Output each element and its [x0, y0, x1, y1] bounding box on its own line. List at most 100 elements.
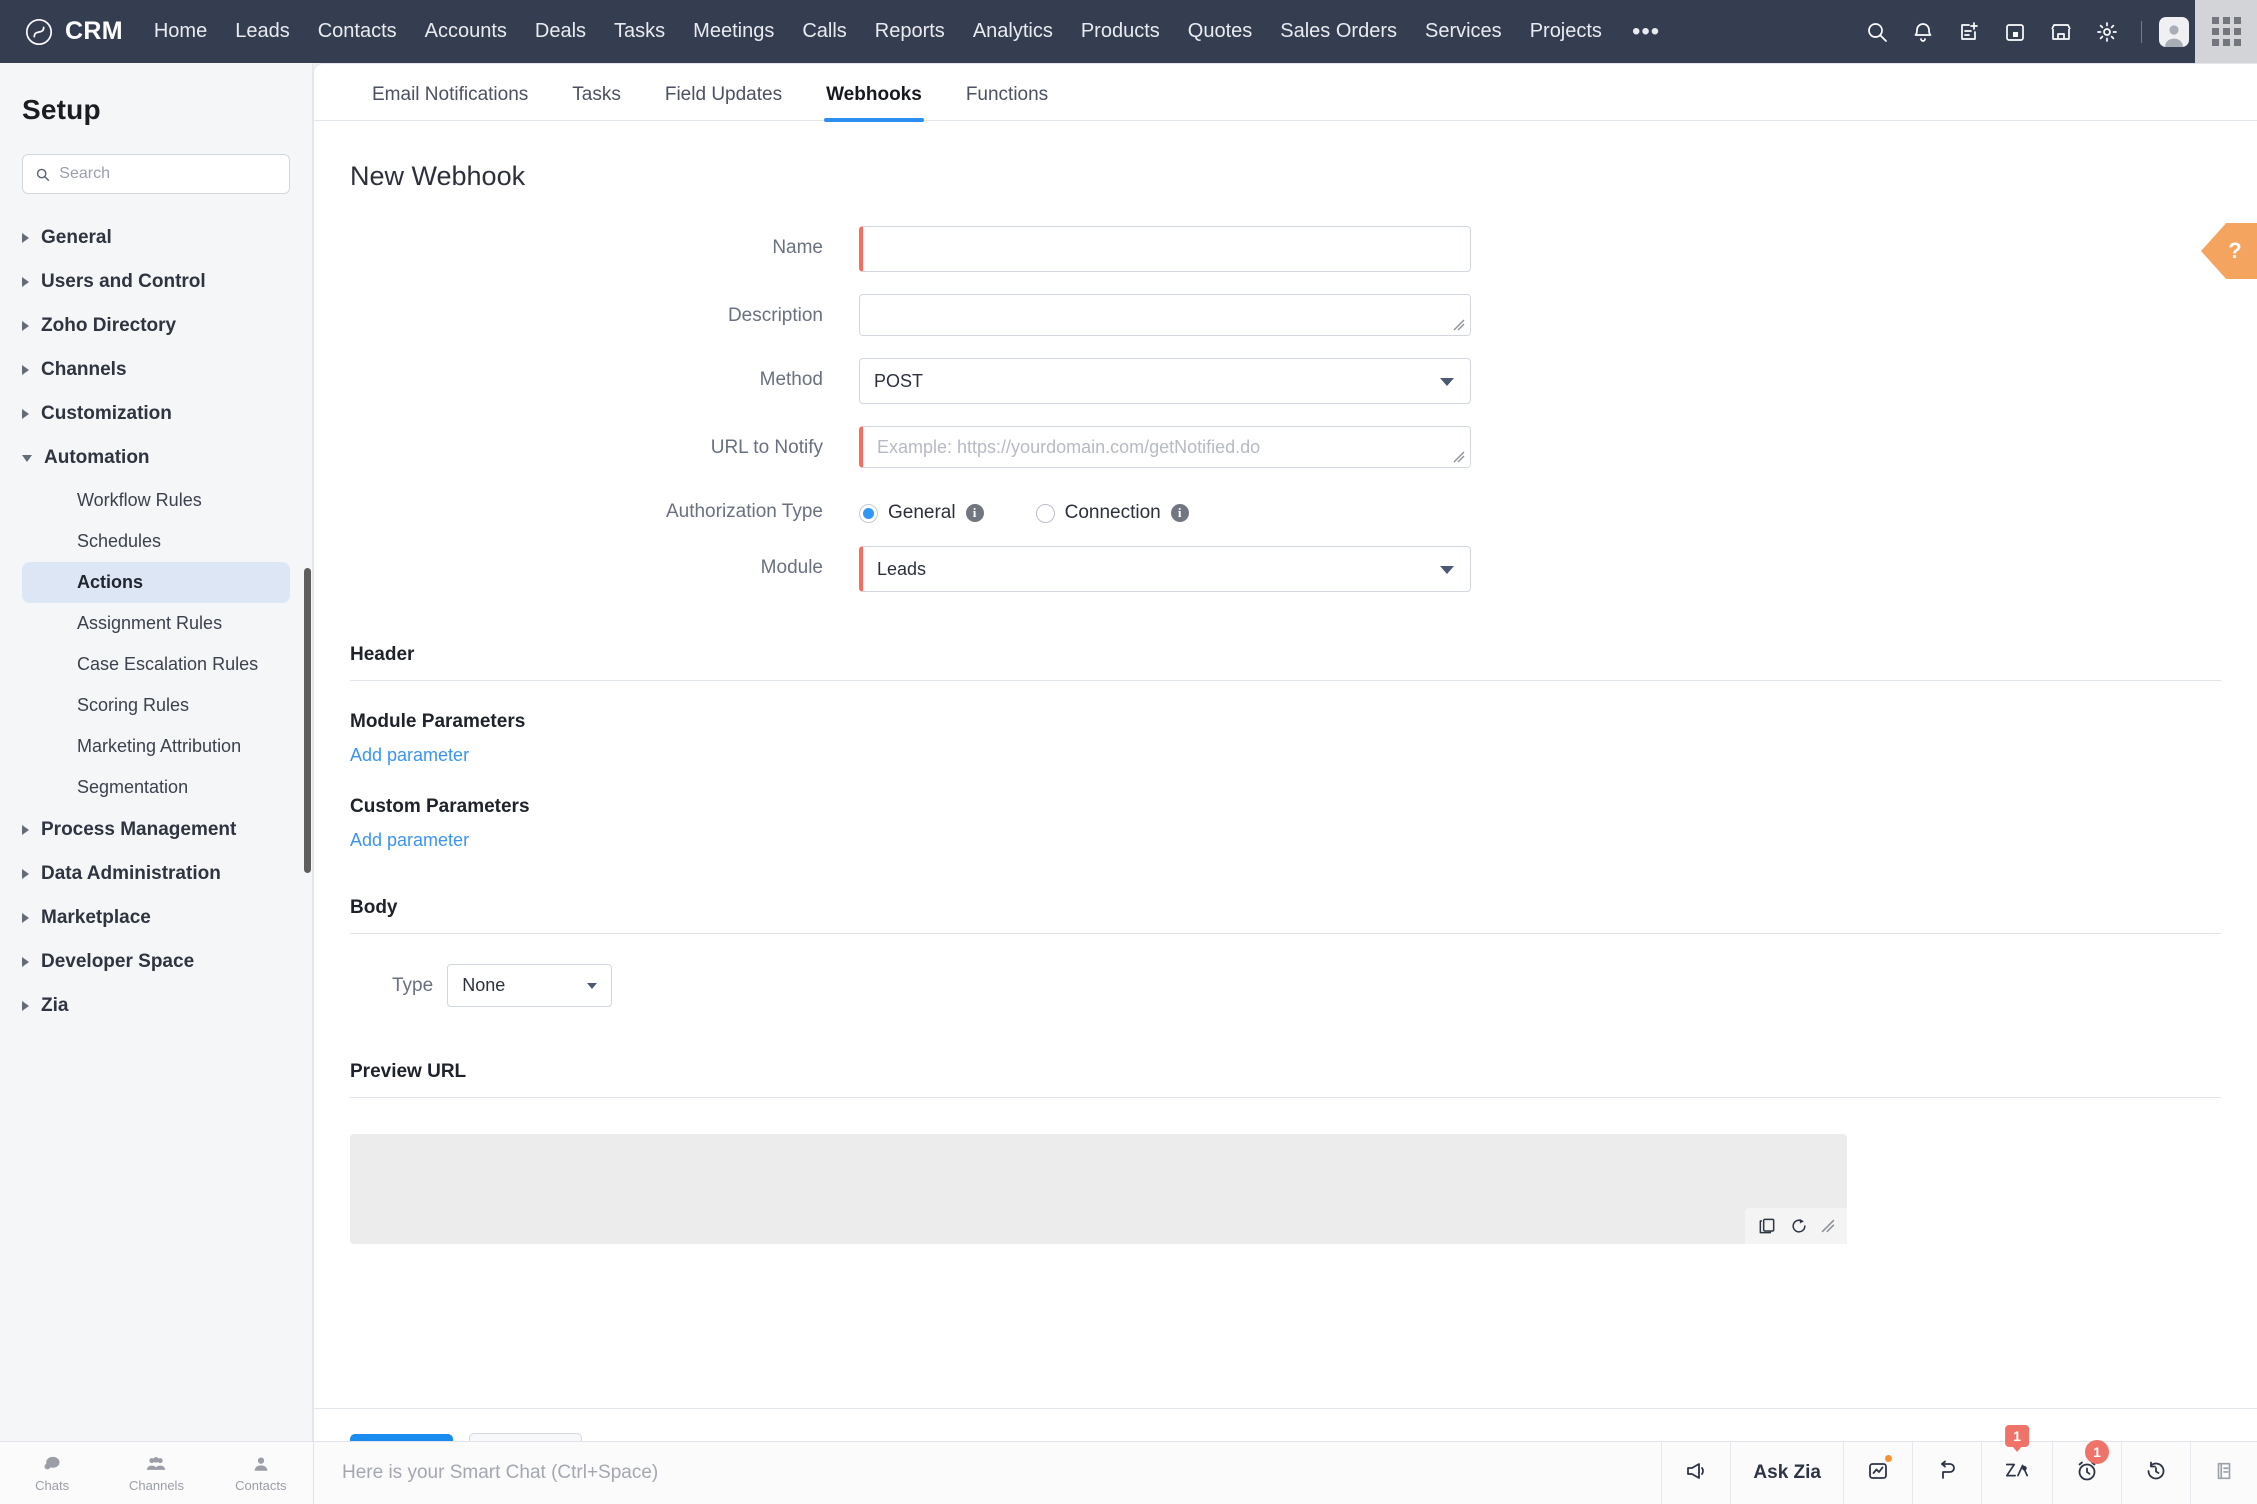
chat-tab-label: Contacts — [235, 1477, 287, 1493]
tab-email-notifications[interactable]: Email Notifications — [350, 84, 550, 120]
tab-functions[interactable]: Functions — [944, 84, 1070, 120]
app-launcher-button[interactable] — [2195, 0, 2257, 63]
nav-item-reports[interactable]: Reports — [861, 0, 959, 63]
sidebar-group-customization[interactable]: Customization — [0, 392, 312, 436]
nav-item-calls[interactable]: Calls — [788, 0, 860, 63]
add-module-parameter-link[interactable]: Add parameter — [350, 745, 469, 766]
crm-brand[interactable]: CRM — [0, 17, 140, 47]
search-box[interactable] — [22, 154, 290, 194]
webhook-tabs: Email Notifications Tasks Field Updates Web… — [314, 64, 2257, 122]
notes-icon[interactable] — [2190, 1442, 2257, 1504]
sidebar-group-users-and-control[interactable]: Users and Control — [0, 260, 312, 304]
info-icon[interactable]: i — [1170, 504, 1189, 522]
nav-item-contacts[interactable]: Contacts — [304, 0, 411, 63]
sidebar-group-channels[interactable]: Channels — [0, 348, 312, 392]
tab-tasks[interactable]: Tasks — [550, 84, 643, 120]
body-type-select[interactable]: None — [447, 964, 613, 1007]
nav-item-accounts[interactable]: Accounts — [411, 0, 521, 63]
status-dot — [1885, 1455, 1892, 1462]
announcement-icon[interactable] — [1661, 1442, 1730, 1504]
analytics-icon-glyph — [1866, 1459, 1890, 1488]
reminder-clock-icon[interactable]: 1 — [2052, 1440, 2121, 1504]
sidebar-group-zia[interactable]: Zia — [0, 984, 312, 1028]
chat-tab-channels[interactable]: Channels — [104, 1442, 208, 1504]
chevron-right-icon — [22, 233, 29, 243]
preview-url-box[interactable] — [350, 1134, 1847, 1244]
sidebar-group-automation[interactable]: Automation — [0, 436, 312, 480]
sidebar-item-marketing-attribution[interactable]: Marketing Attribution — [22, 726, 290, 767]
sidebar-item-schedules[interactable]: Schedules — [22, 521, 290, 562]
nav-item-sales-orders[interactable]: Sales Orders — [1266, 0, 1411, 63]
name-input[interactable] — [859, 226, 1471, 272]
nav-item-deals[interactable]: Deals — [521, 0, 600, 63]
nav-item-tasks[interactable]: Tasks — [600, 0, 679, 63]
nav-more-button[interactable]: ••• — [1616, 4, 1676, 59]
add-note-icon[interactable] — [1946, 0, 1992, 63]
module-select[interactable]: Leads — [859, 546, 1471, 592]
bell-icon[interactable] — [1900, 0, 1946, 63]
search-input[interactable] — [59, 165, 277, 183]
smart-chat-input[interactable]: Here is your Smart Chat (Ctrl+Space) — [313, 1442, 1661, 1504]
feed-icon[interactable] — [1912, 1442, 1981, 1504]
sidebar-item-assignment-rules[interactable]: Assignment Rules — [22, 603, 290, 644]
zia-icon[interactable]: 1 — [1981, 1425, 2052, 1504]
top-navigation-bar: CRM Home Leads Contacts Accounts Deals Tasks M… — [0, 0, 2257, 63]
nav-item-home[interactable]: Home — [140, 0, 221, 63]
copy-icon[interactable] — [1757, 1216, 1777, 1236]
chevron-right-icon — [22, 321, 29, 331]
divider — [350, 680, 2221, 681]
url-textarea[interactable] — [859, 426, 1471, 468]
nav-item-services[interactable]: Services — [1411, 0, 1516, 63]
chat-tab-chats[interactable]: Chats — [0, 1442, 104, 1504]
avatar[interactable] — [2159, 16, 2189, 47]
analytics-icon[interactable] — [1843, 1442, 1912, 1504]
sidebar-item-scoring-rules[interactable]: Scoring Rules — [22, 685, 290, 726]
ask-zia-label-text: Ask Zia — [1753, 1462, 1821, 1483]
radio-option-general[interactable]: General i — [859, 502, 984, 524]
tab-field-updates[interactable]: Field Updates — [643, 84, 804, 120]
chevron-right-icon — [22, 869, 29, 879]
chat-tab-contacts[interactable]: Contacts — [209, 1442, 313, 1504]
sidebar-group-marketplace[interactable]: Marketplace — [0, 896, 312, 940]
marketplace-icon[interactable] — [2038, 0, 2084, 63]
chat-tab-label: Channels — [129, 1477, 184, 1493]
sidebar-item-segmentation[interactable]: Segmentation — [22, 767, 290, 808]
recent-history-icon[interactable] — [2121, 1442, 2190, 1504]
calendar-icon[interactable] — [1992, 0, 2038, 63]
gear-icon[interactable] — [2084, 0, 2130, 63]
search-icon[interactable] — [1854, 0, 1900, 63]
sidebar-group-data-administration[interactable]: Data Administration — [0, 852, 312, 896]
sidebar-group-zoho-directory[interactable]: Zoho Directory — [0, 304, 312, 348]
sidebar-item-actions[interactable]: Actions — [22, 562, 290, 603]
preview-url-section: Preview URL — [350, 1051, 2221, 1098]
description-textarea[interactable] — [859, 294, 1471, 336]
tab-webhooks[interactable]: Webhooks — [804, 84, 944, 122]
sidebar-group-label: Marketplace — [41, 907, 151, 928]
ask-zia-label[interactable]: Ask Zia — [1730, 1442, 1843, 1504]
field-row-description: Description — [314, 294, 2257, 336]
sidebar-item-workflow-rules[interactable]: Workflow Rules — [22, 480, 290, 521]
nav-item-analytics[interactable]: Analytics — [959, 0, 1067, 63]
nav-item-meetings[interactable]: Meetings — [679, 0, 788, 63]
radio-option-connection[interactable]: Connection i — [1035, 502, 1189, 524]
add-custom-parameter-link[interactable]: Add parameter — [350, 830, 469, 851]
authorization-type-control: General i Connection i — [859, 490, 1189, 524]
refresh-icon[interactable] — [1789, 1216, 1809, 1236]
sidebar-group-process-management[interactable]: Process Management — [0, 808, 312, 852]
info-icon[interactable]: i — [965, 504, 984, 522]
field-row-method: Method POST — [314, 358, 2257, 404]
method-select[interactable]: POST — [859, 358, 1471, 404]
sidebar-scrollbar[interactable] — [304, 568, 311, 873]
sidebar-group-general[interactable]: General — [0, 216, 312, 260]
sidebar-group-developer-space[interactable]: Developer Space — [0, 940, 312, 984]
chevron-right-icon — [22, 957, 29, 967]
nav-item-projects[interactable]: Projects — [1516, 0, 1616, 63]
name-label: Name — [772, 237, 823, 258]
radio-button[interactable] — [1035, 503, 1055, 523]
url-control — [859, 426, 1471, 468]
nav-item-products[interactable]: Products — [1067, 0, 1174, 63]
sidebar-item-case-escalation-rules[interactable]: Case Escalation Rules — [22, 644, 290, 685]
nav-item-quotes[interactable]: Quotes — [1174, 0, 1266, 63]
radio-button[interactable] — [859, 503, 878, 523]
nav-item-leads[interactable]: Leads — [221, 0, 304, 63]
